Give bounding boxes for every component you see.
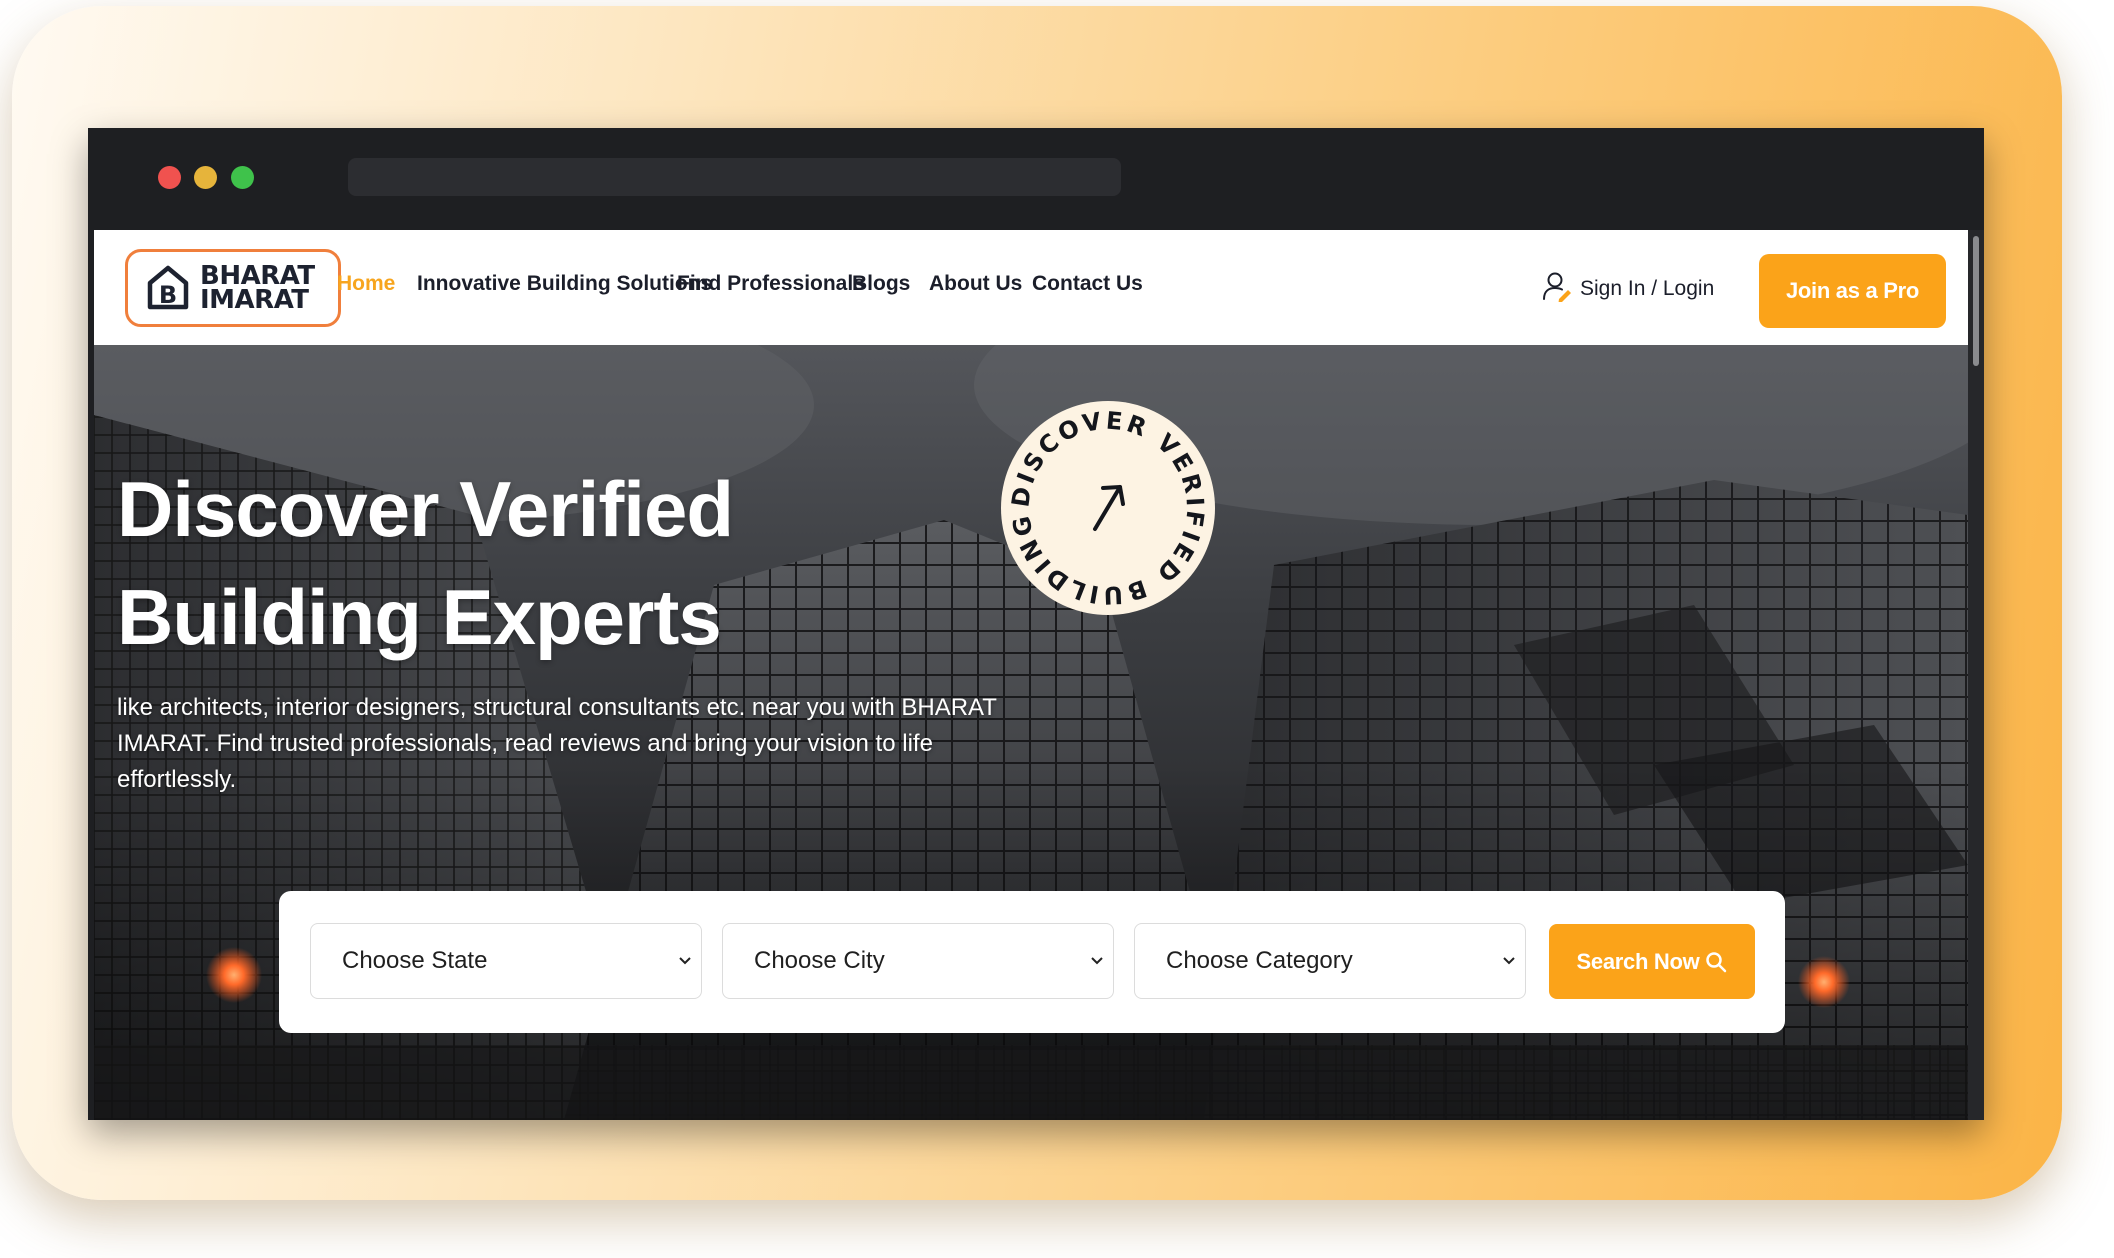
nav-item-innovative-building-solutions[interactable]: Innovative Building Solutions (417, 272, 712, 296)
city-select[interactable]: Choose City (722, 923, 1114, 999)
chevron-down-icon (679, 957, 691, 965)
page-viewport: B BHARAT IMARAT Home Innovative Building… (94, 230, 1968, 1120)
hero-section: Discover Verified Building Experts like … (94, 345, 1968, 1120)
maximize-window-button[interactable] (231, 166, 254, 189)
brand-name: BHARAT IMARAT (200, 263, 315, 315)
hero-subtitle: like architects, interior designers, str… (117, 694, 997, 793)
hero-title: Discover Verified Building Experts (117, 455, 1017, 671)
search-now-button[interactable]: Search Now (1549, 924, 1755, 999)
brand-logo[interactable]: B BHARAT IMARAT (125, 249, 341, 327)
user-icon (1542, 270, 1572, 308)
page-scrollbar[interactable] (1968, 230, 1984, 1120)
address-bar[interactable] (348, 158, 1121, 196)
nav-item-home[interactable]: Home (337, 272, 395, 296)
search-button-label: Search Now (1576, 948, 1700, 974)
browser-title-bar (88, 128, 1984, 230)
nav-item-about-us[interactable]: About Us (929, 272, 1022, 296)
browser-window: B BHARAT IMARAT Home Innovative Building… (88, 128, 1984, 1120)
site-header: B BHARAT IMARAT Home Innovative Building… (94, 230, 1968, 345)
state-select[interactable]: Choose State (310, 923, 702, 999)
chevron-down-icon (1503, 957, 1515, 965)
brand-name-line2: IMARAT (200, 285, 309, 315)
scrollbar-thumb[interactable] (1973, 236, 1979, 366)
search-panel: Choose State Choose City Choose Category (279, 891, 1785, 1033)
minimize-window-button[interactable] (194, 166, 217, 189)
svg-text:B: B (159, 281, 177, 309)
hero-title-line1: Discover Verified (117, 465, 734, 553)
nav-item-contact-us[interactable]: Contact Us (1032, 272, 1143, 296)
chevron-down-icon (1091, 957, 1103, 965)
city-select-label: Choose City (754, 947, 885, 974)
search-icon (1706, 951, 1727, 972)
category-select[interactable]: Choose Category (1134, 923, 1526, 999)
nav-item-find-professionals[interactable]: Find Professionals (677, 272, 865, 296)
join-as-pro-button[interactable]: Join as a Pro (1759, 254, 1946, 328)
nav-item-blogs[interactable]: Blogs (852, 272, 910, 296)
discover-badge[interactable]: DISCOVER VERIFIED BUILDING EXPERTS (999, 399, 1217, 617)
state-select-label: Choose State (342, 947, 488, 974)
close-window-button[interactable] (158, 166, 181, 189)
house-b-logo-icon: B (146, 263, 190, 313)
hero-title-line2: Building Experts (117, 573, 722, 661)
signin-link[interactable]: Sign In / Login (1542, 270, 1714, 308)
category-select-label: Choose Category (1166, 947, 1353, 974)
signin-label: Sign In / Login (1580, 277, 1715, 300)
